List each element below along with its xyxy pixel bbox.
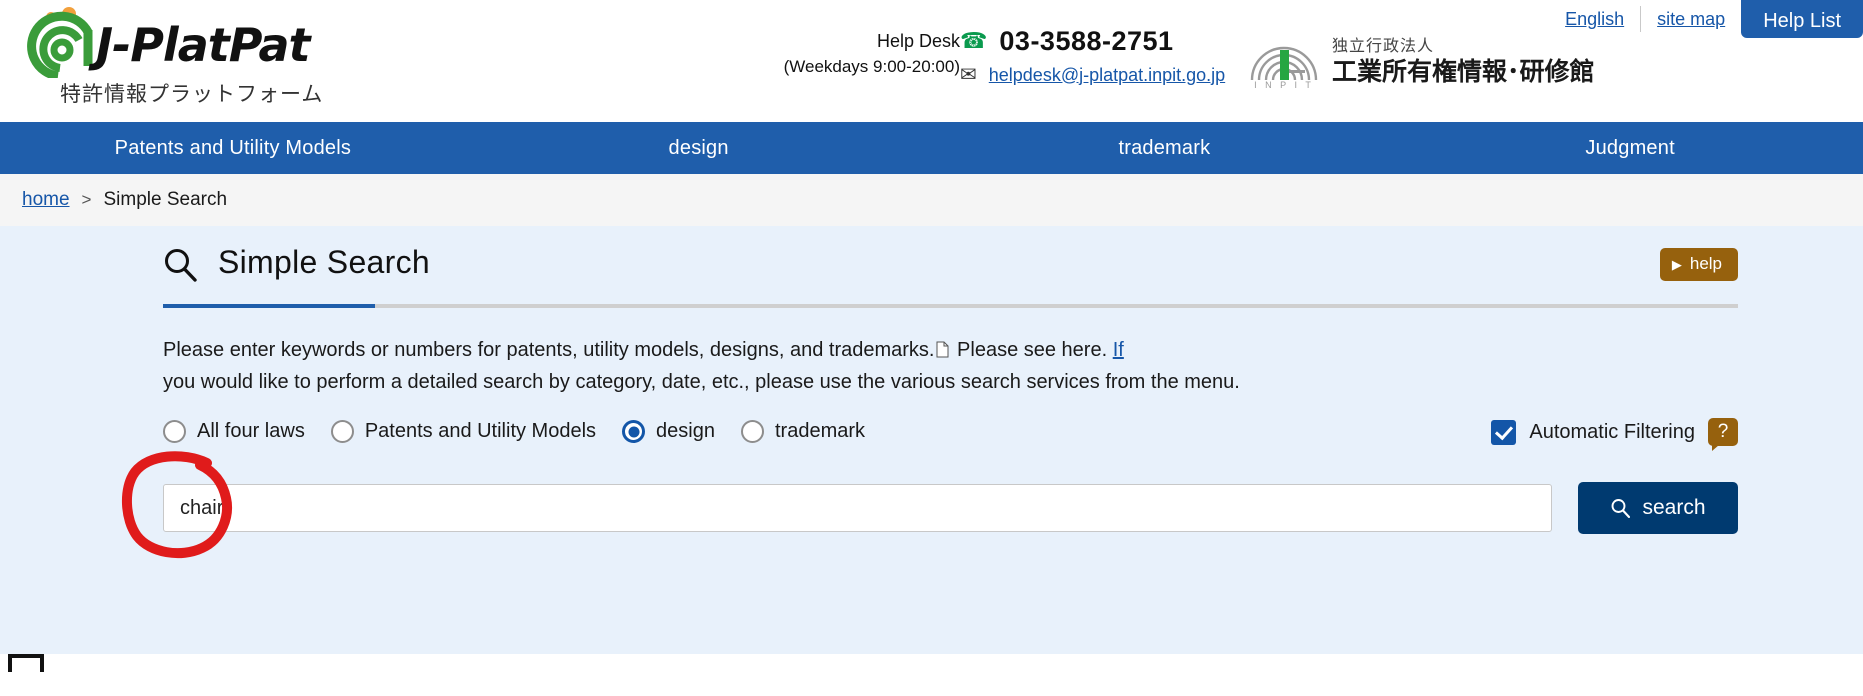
simple-search-panel: Simple Search ▶ help Please enter keywor… bbox=[0, 226, 1863, 654]
logo-subtitle: 特許情報プラットフォーム bbox=[60, 83, 324, 106]
radio-label-design: design bbox=[656, 420, 715, 442]
panel-title-row: Simple Search ▶ help bbox=[163, 226, 1738, 302]
description-part1: Please enter keywords or numbers for pat… bbox=[163, 339, 935, 361]
search-row: chair search bbox=[121, 451, 1738, 559]
inpit-mark-icon: I N P I T bbox=[1248, 36, 1320, 90]
main-nav: Patents and Utility Models design tradem… bbox=[0, 122, 1863, 174]
play-triangle-icon: ▶ bbox=[1671, 256, 1682, 272]
question-mark-icon[interactable]: ? bbox=[1708, 418, 1738, 451]
helpdesk-info: Help Desk (Weekdays 9:00-20:00) bbox=[760, 28, 960, 80]
radio-label-patents-utility-models: Patents and Utility Models bbox=[364, 420, 597, 442]
phone-row: ☎ 03-3588-2751 bbox=[960, 24, 1225, 58]
inpit-line2: 工業所有権情報･研修館 bbox=[1332, 58, 1595, 86]
inpit-logo: I N P I T 独立行政法人 工業所有権情報･研修館 bbox=[1248, 36, 1595, 90]
search-icon bbox=[1612, 499, 1631, 518]
logo-wordmark: J-PlatPat bbox=[96, 18, 311, 72]
description-link-if[interactable]: If bbox=[1113, 339, 1124, 361]
mail-icon: ✉ bbox=[960, 64, 977, 86]
description-part2: Please see here. bbox=[957, 339, 1108, 361]
help-button[interactable]: ▶ help bbox=[1659, 248, 1738, 281]
inpit-mark-label: I N P I T bbox=[1254, 80, 1314, 90]
search-input[interactable]: chair bbox=[163, 484, 1552, 532]
j-platpat-logo-icon bbox=[27, 7, 93, 78]
helpdesk-contact: ☎ 03-3588-2751 ✉ helpdesk@j-platpat.inpi… bbox=[960, 24, 1225, 92]
search-icon bbox=[165, 249, 197, 282]
page-title: Simple Search bbox=[218, 244, 430, 280]
automatic-filtering-checkbox[interactable] bbox=[1491, 419, 1517, 445]
title-underline bbox=[163, 304, 1738, 308]
site-logo[interactable]: J-PlatPat 特許情報プラットフォーム bbox=[22, 4, 342, 116]
nav-item-design[interactable]: design bbox=[466, 122, 932, 174]
radio-design[interactable]: design bbox=[622, 420, 715, 443]
radio-all-four-laws[interactable]: All four laws bbox=[163, 420, 305, 443]
radio-trademark[interactable]: trademark bbox=[740, 420, 866, 443]
top-links: English site map Help List bbox=[1549, 0, 1863, 38]
help-list-button[interactable]: Help List bbox=[1741, 0, 1863, 38]
helpdesk-label: Help Desk bbox=[876, 31, 960, 51]
link-english[interactable]: English bbox=[1549, 0, 1640, 38]
link-site-map[interactable]: site map bbox=[1641, 0, 1741, 38]
page-header: J-PlatPat 特許情報プラットフォーム Help Desk (Weekda… bbox=[0, 0, 1863, 122]
description-line2: you would like to perform a detailed sea… bbox=[163, 371, 1240, 393]
breadcrumb: home > Simple Search bbox=[0, 174, 1863, 226]
helpdesk-email-link[interactable]: helpdesk@j-platpat.inpit.go.jp bbox=[989, 65, 1225, 86]
email-row[interactable]: ✉ helpdesk@j-platpat.inpit.go.jp bbox=[960, 58, 1225, 92]
nav-item-patents[interactable]: Patents and Utility Models bbox=[0, 122, 466, 174]
document-icon bbox=[936, 341, 949, 358]
breadcrumb-separator: > bbox=[81, 190, 92, 209]
inpit-text: 独立行政法人 工業所有権情報･研修館 bbox=[1332, 37, 1595, 87]
panel-description: Please enter keywords or numbers for pat… bbox=[163, 334, 1738, 398]
nav-item-judgment[interactable]: Judgment bbox=[1397, 122, 1863, 174]
radio-dot-selected bbox=[622, 420, 646, 443]
radio-label-trademark: trademark bbox=[774, 420, 866, 442]
inpit-line1: 独立行政法人 bbox=[1332, 38, 1435, 55]
search-button[interactable]: search bbox=[1578, 482, 1738, 534]
radio-patents-utility-models[interactable]: Patents and Utility Models bbox=[330, 420, 597, 443]
page-footer-area bbox=[0, 654, 1863, 696]
automatic-filtering-label: Automatic Filtering bbox=[1529, 420, 1695, 443]
breadcrumb-home[interactable]: home bbox=[22, 189, 70, 211]
helpdesk-phone: 03-3588-2751 bbox=[999, 25, 1174, 56]
radio-dot bbox=[740, 420, 764, 443]
bottom-content-stub bbox=[8, 654, 44, 672]
phone-icon: ☎ bbox=[960, 28, 988, 53]
helpdesk-hours: (Weekdays 9:00-20:00) bbox=[783, 57, 960, 76]
radio-label-all-four-laws: All four laws bbox=[197, 420, 305, 442]
automatic-filtering-group: Automatic Filtering ? bbox=[1491, 418, 1738, 451]
nav-item-trademark[interactable]: trademark bbox=[932, 122, 1398, 174]
search-options-row: All four laws Patents and Utility Models… bbox=[163, 418, 1738, 460]
radio-dot bbox=[163, 420, 186, 443]
radio-dot bbox=[330, 420, 354, 443]
breadcrumb-current: Simple Search bbox=[103, 189, 228, 210]
help-button-label: help bbox=[1689, 254, 1722, 273]
search-button-label: search bbox=[1642, 496, 1706, 519]
